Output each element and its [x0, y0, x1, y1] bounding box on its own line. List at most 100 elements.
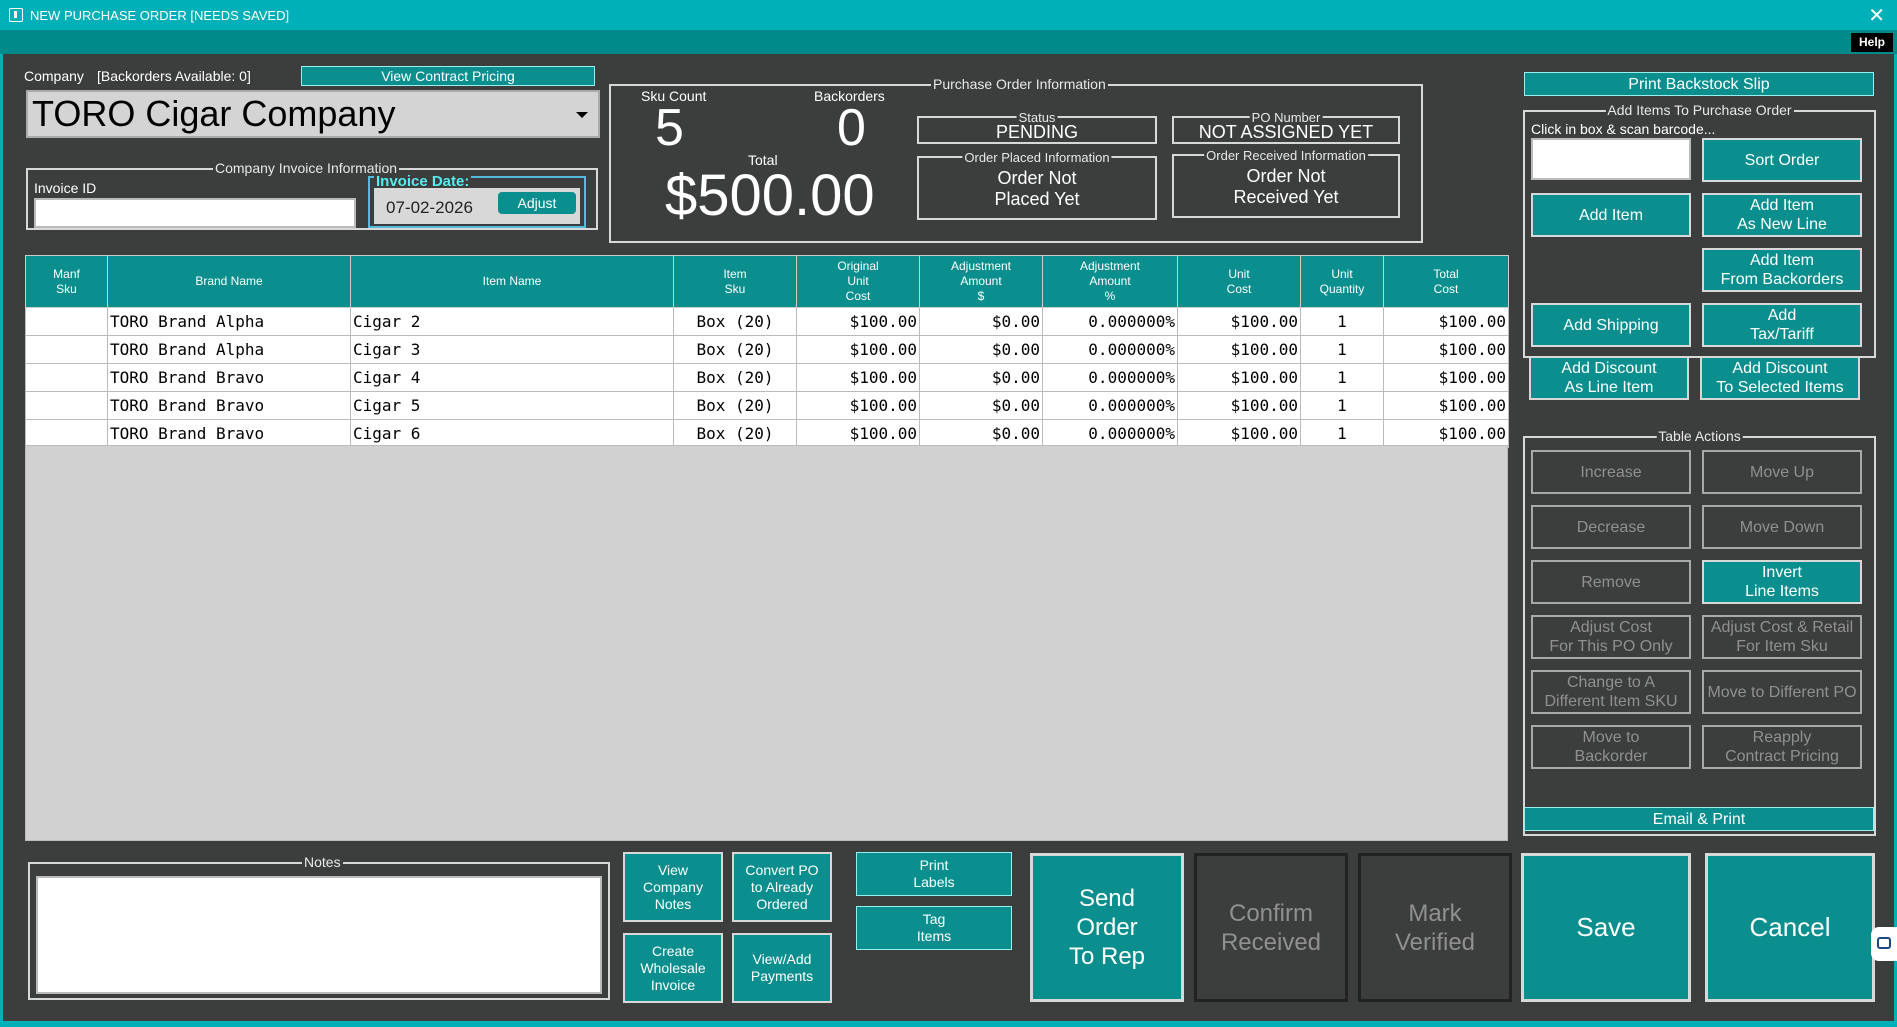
window-title: NEW PURCHASE ORDER [NEEDS SAVED] [30, 8, 290, 23]
send-order-to-rep-button[interactable]: Send Order To Rep [1030, 853, 1184, 1002]
backorders-available: [Backorders Available: 0] [97, 68, 251, 84]
order-received-box: Order Received Information Order Not Rec… [1172, 149, 1400, 218]
help-button[interactable]: Help [1850, 33, 1893, 52]
move-to-backorder-button[interactable]: Move to Backorder [1531, 725, 1691, 769]
invert-line-items-button[interactable]: Invert Line Items [1702, 560, 1862, 604]
table-cell: Box (20) [673, 335, 797, 364]
decrease-button[interactable]: Decrease [1531, 505, 1691, 549]
sort-order-button[interactable]: Sort Order [1702, 138, 1862, 182]
column-header-label: Item [723, 266, 747, 281]
table-row[interactable]: TORO Brand Bravo Cigar 4 Box (20) $100.00 $0… [25, 363, 1509, 392]
column-header-label: Quantity [1319, 281, 1365, 296]
company-select[interactable]: TORO Cigar Company [26, 90, 600, 138]
add-shipping-button[interactable]: Add Shipping [1531, 303, 1691, 347]
print-labels-button[interactable]: Print Labels [856, 852, 1012, 896]
adjust-cost-retail-button[interactable]: Adjust Cost & Retail For Item Sku [1702, 615, 1862, 659]
status-box: Status PENDING [917, 111, 1157, 144]
app-icon [9, 8, 23, 22]
create-wholesale-invoice-button[interactable]: Create Wholesale Invoice [623, 933, 723, 1003]
table-cell: $100.00 [1177, 363, 1301, 392]
close-icon[interactable]: ✕ [1868, 3, 1885, 28]
table-cell: $0.00 [919, 335, 1043, 364]
sku-count-value: 5 [655, 99, 684, 157]
po-number-value: NOT ASSIGNED YET [1198, 122, 1374, 142]
add-discount-selected-items-button[interactable]: Add Discount To Selected Items [1700, 356, 1860, 400]
po-info-legend: Purchase Order Information [931, 76, 1108, 92]
line-items-table: Manf Sku Brand Name Item Name Item Sku Origina… [25, 255, 1509, 448]
table-row[interactable]: TORO Brand Bravo Cigar 5 Box (20) $100.00 $0… [25, 391, 1509, 420]
column-header[interactable]: Total Cost [1383, 255, 1509, 308]
print-backstock-slip-button[interactable]: Print Backstock Slip [1524, 72, 1874, 96]
table-cell: 1 [1300, 307, 1384, 336]
add-item-button[interactable]: Add Item [1531, 193, 1691, 237]
table-cell: Box (20) [673, 391, 797, 420]
table-row[interactable]: TORO Brand Bravo Cigar 6 Box (20) $100.00 $0… [25, 419, 1509, 448]
table-cell: $100.00 [1383, 419, 1509, 448]
po-info-group: Purchase Order Information Sku Count 5 B… [609, 76, 1423, 243]
table-cell [25, 363, 108, 392]
table-cell: $100.00 [796, 363, 920, 392]
column-header-label: % [1104, 289, 1116, 303]
column-header[interactable]: Manf Sku [25, 255, 108, 308]
remove-button[interactable]: Remove [1531, 560, 1691, 604]
change-item-sku-button[interactable]: Change to A Different Item SKU [1531, 670, 1691, 714]
add-item-new-line-button[interactable]: Add Item As New Line [1702, 193, 1862, 237]
notes-textarea[interactable] [36, 876, 602, 994]
convert-po-button[interactable]: Convert PO to Already Ordered [732, 852, 832, 922]
move-different-po-button[interactable]: Move to Different PO [1702, 670, 1862, 714]
table-row[interactable]: TORO Brand Alpha Cigar 3 Box (20) $100.00 $0… [25, 335, 1509, 364]
status-value: PENDING [995, 122, 1078, 142]
view-add-payments-button[interactable]: View/Add Payments [732, 933, 832, 1003]
table-cell: TORO Brand Alpha [107, 335, 351, 364]
table-empty-area[interactable] [25, 445, 1508, 841]
table-cell: $100.00 [1383, 363, 1509, 392]
adjust-cost-po-button[interactable]: Adjust Cost For This PO Only [1531, 615, 1691, 659]
table-cell: TORO Brand Bravo [107, 363, 351, 392]
po-number-box: PO Number NOT ASSIGNED YET [1172, 111, 1400, 144]
column-header-label: Total [1433, 266, 1459, 281]
cancel-button[interactable]: Cancel [1705, 853, 1875, 1002]
confirm-received-button[interactable]: Confirm Received [1194, 853, 1348, 1002]
column-header[interactable]: Item Name [350, 255, 674, 308]
column-header[interactable]: Unit Quantity [1300, 255, 1384, 308]
save-button[interactable]: Save [1521, 853, 1691, 1002]
table-cell: Cigar 5 [350, 391, 674, 420]
email-print-button[interactable]: Email & Print [1524, 807, 1874, 831]
mark-verified-button[interactable]: Mark Verified [1358, 853, 1512, 1002]
column-header[interactable]: Original Unit Cost [796, 255, 920, 308]
column-header-label: Sku [56, 281, 77, 296]
column-header[interactable]: Item Sku [673, 255, 797, 308]
column-header[interactable]: Brand Name [107, 255, 351, 308]
view-contract-pricing-button[interactable]: View Contract Pricing [301, 66, 595, 86]
table-cell: TORO Brand Bravo [107, 391, 351, 420]
column-header-label: Adjustment [1079, 259, 1141, 273]
column-header[interactable]: Adjustment Amount $ [919, 255, 1043, 308]
order-received-line2: Received Yet [1233, 187, 1339, 207]
barcode-input[interactable] [1531, 138, 1691, 180]
increase-button[interactable]: Increase [1531, 450, 1691, 494]
side-tab[interactable] [1871, 927, 1897, 961]
move-up-button[interactable]: Move Up [1702, 450, 1862, 494]
column-header-label: Amount [1089, 274, 1131, 288]
move-down-button[interactable]: Move Down [1702, 505, 1862, 549]
column-header[interactable]: Adjustment Amount% [1042, 255, 1178, 308]
add-tax-tariff-button[interactable]: Add Tax/Tariff [1702, 303, 1862, 347]
add-item-from-backorders-button[interactable]: Add Item From Backorders [1702, 248, 1862, 292]
column-header-label: Unit [1228, 266, 1250, 281]
table-row[interactable]: TORO Brand Alpha Cigar 2 Box (20) $100.00 $0… [25, 307, 1509, 336]
notes-group: Notes [28, 854, 610, 1000]
table-cell: 1 [1300, 363, 1384, 392]
invoice-id-input[interactable] [34, 198, 356, 228]
order-placed-box: Order Placed Information Order Not Place… [917, 151, 1157, 220]
column-header-label: Unit [847, 274, 869, 288]
table-cell [25, 391, 108, 420]
view-company-notes-button[interactable]: View Company Notes [623, 852, 723, 922]
add-discount-line-item-button[interactable]: Add Discount As Line Item [1529, 356, 1689, 400]
tag-items-button[interactable]: Tag Items [856, 906, 1012, 950]
column-header[interactable]: Unit Cost [1177, 255, 1301, 308]
table-cell: Cigar 4 [350, 363, 674, 392]
order-placed-line1: Order Not [997, 168, 1077, 188]
invoice-id-label: Invoice ID [34, 180, 97, 196]
adjust-date-button[interactable]: Adjust [498, 192, 576, 214]
reapply-contract-pricing-button[interactable]: Reapply Contract Pricing [1702, 725, 1862, 769]
